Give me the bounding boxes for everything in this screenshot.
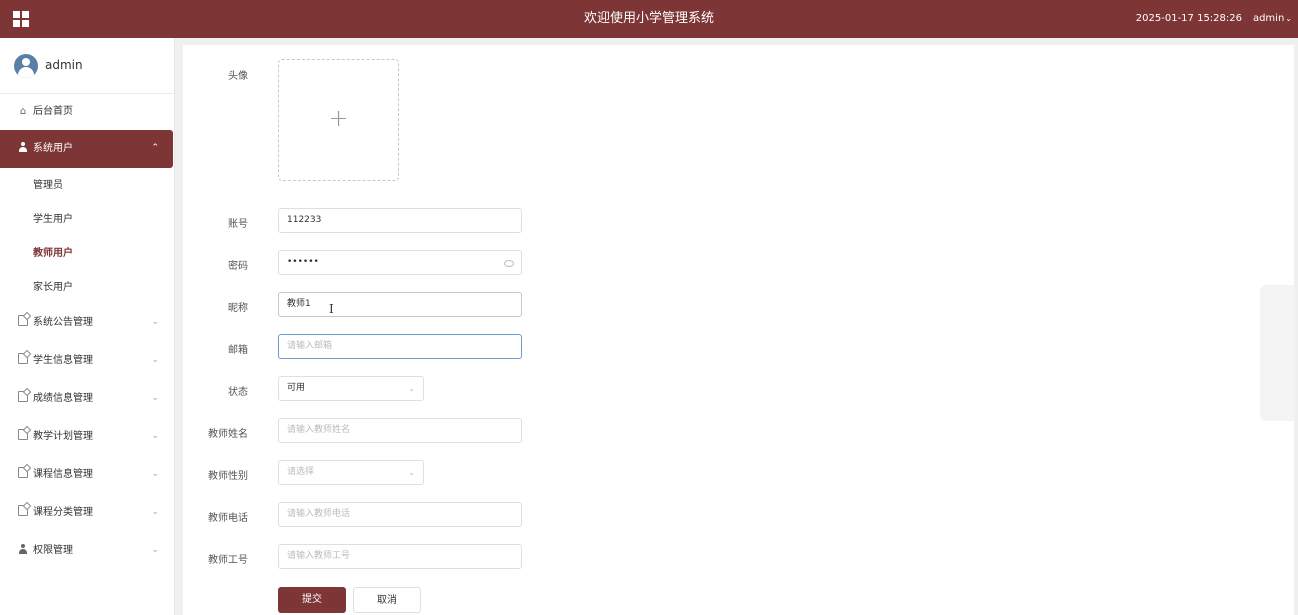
status-select[interactable]: 可用 ⌄ (278, 376, 424, 401)
nickname-label: 昵称 (228, 303, 248, 314)
app-title: 欢迎使用小学管理系统 (583, 11, 714, 26)
teacher-phone-input[interactable]: 请输入教师电话 (278, 502, 522, 527)
password-value: •••••• (287, 257, 319, 267)
chevron-down-icon: ⌄ (151, 469, 159, 479)
sidebar-item-label: 权限管理 (33, 545, 73, 556)
sidebar-item-courses[interactable]: 课程信息管理 ⌄ (0, 456, 173, 494)
email-label: 邮箱 (228, 345, 248, 356)
sidebar-item-label: 课程分类管理 (33, 507, 93, 518)
sidebar-item-label: 教学计划管理 (33, 431, 93, 442)
user-menu-label: admin (1252, 13, 1285, 24)
teacher-phone-label: 教师电话 (208, 513, 248, 524)
doc-icon (17, 494, 29, 532)
chevron-down-icon: ⌄ (151, 431, 159, 441)
sidebar-subitem-label: 家长用户 (33, 282, 73, 293)
sidebar-item-label: 学生信息管理 (33, 355, 93, 366)
nickname-input[interactable]: 教师1 (278, 292, 522, 317)
teacher-gender-select[interactable]: 请选择 ⌄ (278, 460, 424, 485)
scroll-hint (1260, 285, 1294, 421)
avatar-upload[interactable]: + (278, 59, 399, 181)
sidebar-item-home[interactable]: ⌂ 后台首页 (0, 93, 173, 131)
sidebar-subitem-teacher-users[interactable]: 教师用户 (0, 237, 173, 271)
sidebar-item-teaching-plans[interactable]: 教学计划管理 ⌄ (0, 418, 173, 456)
doc-icon (17, 456, 29, 494)
sidebar-subitem-parent-users[interactable]: 家长用户 (0, 271, 173, 305)
sidebar-item-permissions[interactable]: 权限管理 ⌄ (0, 532, 173, 570)
sidebar-subitem-admins[interactable]: 管理员 (0, 169, 173, 203)
doc-icon (17, 380, 29, 418)
sidebar-subitem-label: 教师用户 (33, 248, 73, 259)
user-menu[interactable]: admin⌄ (1253, 0, 1292, 38)
teacher-no-input[interactable]: 请输入教师工号 (278, 544, 522, 569)
doc-icon (17, 304, 29, 342)
chevron-down-icon: ⌄ (408, 384, 415, 393)
sidebar-item-label: 课程信息管理 (33, 469, 93, 480)
email-input[interactable]: 请输入邮箱 (278, 334, 522, 359)
teacher-name-input[interactable]: 请输入教师姓名 (278, 418, 522, 443)
teacher-gender-label: 教师性别 (208, 471, 248, 482)
teacher-name-label: 教师姓名 (208, 429, 248, 440)
person-icon (17, 532, 29, 570)
doc-icon (17, 418, 29, 456)
chevron-down-icon: ⌄ (151, 393, 159, 403)
sidebar-item-grades[interactable]: 成绩信息管理 ⌄ (0, 380, 173, 418)
password-input[interactable]: •••••• (278, 250, 522, 275)
sidebar-item-label: 后台首页 (33, 106, 73, 117)
chevron-down-icon: ⌄ (1285, 14, 1292, 23)
sidebar-subitem-label: 学生用户 (33, 214, 73, 225)
chevron-down-icon: ⌄ (151, 317, 159, 327)
doc-icon (17, 342, 29, 380)
sidebar-item-student-info[interactable]: 学生信息管理 ⌄ (0, 342, 173, 380)
sidebar: admin ⌂ 后台首页 系统用户 ⌃ 管理员 学生用户 教师用户 家长用户 系… (0, 38, 175, 615)
teacher-no-label: 教师工号 (208, 555, 248, 566)
chevron-down-icon: ⌄ (151, 355, 159, 365)
chevron-down-icon: ⌄ (151, 545, 159, 555)
account-input[interactable]: 112233 (278, 208, 522, 233)
home-icon: ⌂ (19, 106, 27, 117)
sidebar-user: admin (0, 38, 174, 94)
sidebar-item-announcements[interactable]: 系统公告管理 ⌄ (0, 304, 173, 342)
sidebar-item-course-categories[interactable]: 课程分类管理 ⌄ (0, 494, 173, 532)
sidebar-item-label: 成绩信息管理 (33, 393, 93, 404)
chevron-up-icon: ⌃ (151, 143, 159, 153)
sidebar-item-label: 系统用户 (33, 143, 73, 154)
account-label: 账号 (228, 219, 248, 230)
text-cursor-icon: I (329, 302, 334, 316)
status-label: 状态 (228, 387, 248, 398)
cancel-button[interactable]: 取消 (353, 587, 421, 613)
avatar (14, 54, 38, 78)
sidebar-subitem-student-users[interactable]: 学生用户 (0, 203, 173, 237)
person-icon (17, 130, 29, 168)
password-label: 密码 (228, 261, 248, 272)
submit-button[interactable]: 提交 (278, 587, 346, 613)
header-datetime: 2025-01-17 15:28:26 (1135, 13, 1242, 24)
top-bar: 欢迎使用小学管理系统 2025-01-17 15:28:26 admin⌄ (0, 0, 1298, 38)
sidebar-item-label: 系统公告管理 (33, 317, 93, 328)
sidebar-subitem-label: 管理员 (33, 180, 63, 191)
avatar-label: 头像 (228, 71, 248, 82)
teacher-gender-placeholder: 请选择 (287, 467, 315, 477)
sidebar-item-system-users[interactable]: 系统用户 ⌃ (0, 130, 173, 168)
chevron-down-icon: ⌄ (151, 507, 159, 517)
status-value: 可用 (287, 383, 306, 393)
sidebar-username: admin (45, 58, 83, 72)
eye-icon[interactable] (504, 260, 514, 267)
chevron-down-icon: ⌄ (408, 468, 415, 477)
plus-icon: + (328, 104, 349, 132)
